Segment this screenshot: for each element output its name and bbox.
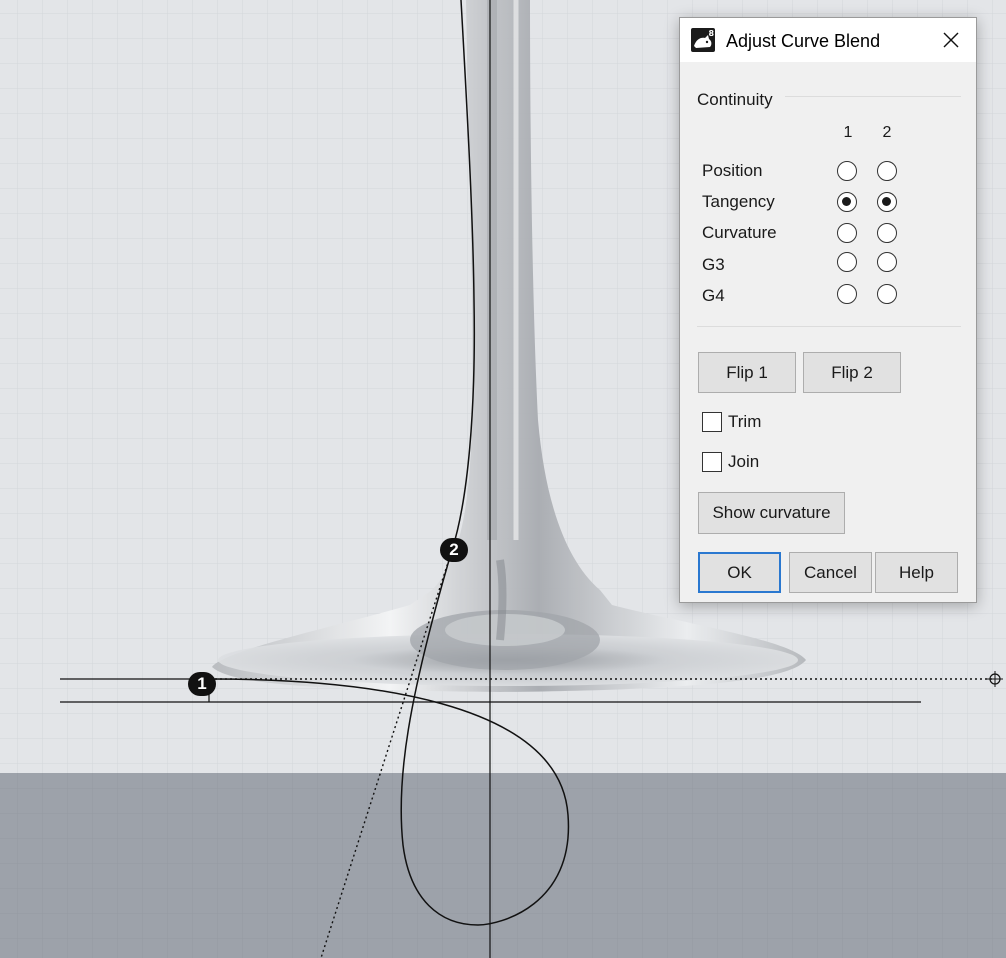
continuity-group-label: Continuity xyxy=(697,90,773,109)
curvature-radio-1[interactable] xyxy=(837,223,857,243)
show-curvature-button[interactable]: Show curvature xyxy=(698,492,845,534)
ok-button[interactable]: OK xyxy=(698,552,781,593)
point-1-label: 1 xyxy=(197,674,207,693)
blend-point-1-badge[interactable]: 1 xyxy=(188,672,216,696)
rhino-8-icon: 8 xyxy=(691,28,715,52)
help-button[interactable]: Help xyxy=(875,552,958,593)
svg-text:8: 8 xyxy=(709,29,715,38)
trim-option[interactable]: Trim xyxy=(702,412,761,432)
dialog-titlebar[interactable]: 8 Adjust Curve Blend xyxy=(680,18,976,62)
tangency-radio-2[interactable] xyxy=(877,192,897,212)
close-button[interactable] xyxy=(926,18,976,62)
close-icon xyxy=(943,32,959,48)
trim-checkbox[interactable] xyxy=(702,412,722,432)
blend-point-2-badge[interactable]: 2 xyxy=(440,538,468,562)
g3-radio-1[interactable] xyxy=(837,252,857,272)
trim-label: Trim xyxy=(728,412,762,431)
section-divider xyxy=(697,326,961,327)
row-label-tangency: Tangency xyxy=(702,192,775,211)
join-checkbox[interactable] xyxy=(702,452,722,472)
row-label-curvature: Curvature xyxy=(702,223,777,242)
flip-2-button[interactable]: Flip 2 xyxy=(803,352,901,393)
column-header-2: 2 xyxy=(882,124,892,141)
row-label-position: Position xyxy=(702,161,763,180)
column-header-1: 1 xyxy=(843,124,853,141)
join-option[interactable]: Join xyxy=(702,452,759,472)
g4-radio-1[interactable] xyxy=(837,284,857,304)
row-label-g4: G4 xyxy=(702,286,725,305)
dialog-title: Adjust Curve Blend xyxy=(726,31,881,51)
row-label-g3: G3 xyxy=(702,255,725,274)
point-2-label: 2 xyxy=(449,540,459,559)
join-label: Join xyxy=(728,452,760,471)
adjust-curve-blend-dialog: 8 Adjust Curve Blend Continuity 1 2 Posi… xyxy=(679,17,977,603)
curvature-radio-2[interactable] xyxy=(877,223,897,243)
position-radio-1[interactable] xyxy=(837,161,857,181)
group-divider xyxy=(785,96,961,97)
g3-radio-2[interactable] xyxy=(877,252,897,272)
g4-radio-2[interactable] xyxy=(877,284,897,304)
position-radio-2[interactable] xyxy=(877,161,897,181)
tangency-radio-1[interactable] xyxy=(837,192,857,212)
flip-1-button[interactable]: Flip 1 xyxy=(698,352,796,393)
cancel-button[interactable]: Cancel xyxy=(789,552,872,593)
